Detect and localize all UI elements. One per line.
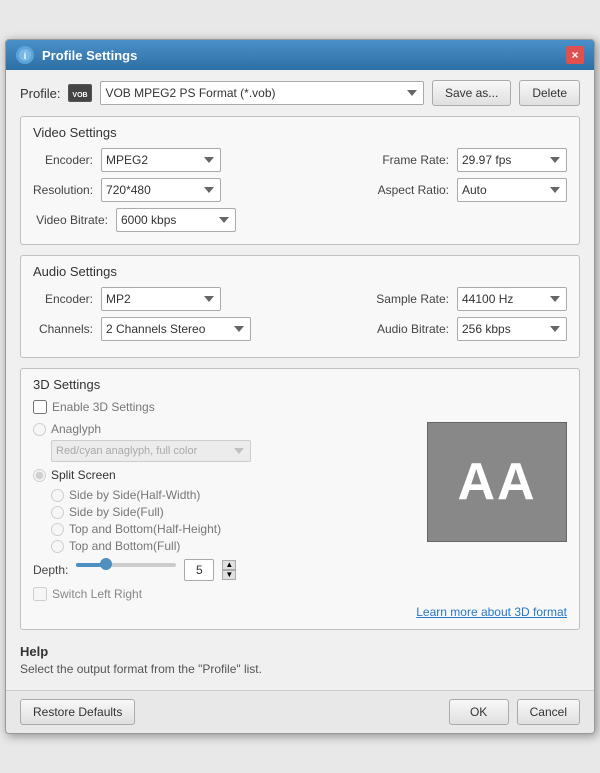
- channels-label: Channels:: [33, 322, 93, 336]
- audio-bitrate-label: Audio Bitrate:: [371, 322, 449, 336]
- switch-left-right-label: Switch Left Right: [52, 587, 142, 601]
- learn-more-row: Learn more about 3D format: [33, 605, 567, 619]
- video-settings-title: Video Settings: [33, 125, 567, 140]
- audio-encoder-dropdown[interactable]: MP2: [101, 287, 221, 311]
- dialog-content: Profile: VOB VOB MPEG2 PS Format (*.vob)…: [6, 70, 594, 690]
- depth-slider[interactable]: [76, 563, 176, 567]
- settings-3d-section: 3D Settings Enable 3D Settings Anaglyph: [20, 368, 580, 630]
- enable-3d-checkbox-group: Enable 3D Settings: [33, 400, 155, 414]
- depth-slider-track[interactable]: [76, 563, 176, 577]
- anaglyph-radio-row: Anaglyph: [33, 422, 417, 436]
- top-bottom-full-label: Top and Bottom(Full): [69, 539, 180, 553]
- split-screen-radio[interactable]: [33, 469, 46, 482]
- audio-row-encoder-samplerate: Encoder: MP2 Sample Rate: 44100 Hz: [33, 287, 567, 311]
- anaglyph-dropdown[interactable]: Red/cyan anaglyph, full color: [51, 440, 251, 462]
- depth-value-input[interactable]: [184, 559, 214, 581]
- enable-3d-row: Enable 3D Settings: [33, 400, 567, 414]
- profile-settings-dialog: i Profile Settings × Profile: VOB VOB MP…: [5, 39, 595, 734]
- anaglyph-radio[interactable]: [33, 423, 46, 436]
- three-d-preview: AA: [427, 422, 567, 542]
- bottom-bar: Restore Defaults OK Cancel: [6, 690, 594, 733]
- split-screen-label: Split Screen: [51, 468, 116, 482]
- frame-rate-dropdown[interactable]: 29.97 fps: [457, 148, 567, 172]
- side-by-side-full-label: Side by Side(Full): [69, 505, 164, 519]
- ok-button[interactable]: OK: [449, 699, 509, 725]
- profile-dropdown[interactable]: VOB MPEG2 PS Format (*.vob): [100, 81, 423, 105]
- app-icon: i: [16, 46, 34, 64]
- dialog-title: Profile Settings: [42, 48, 566, 63]
- audio-bitrate-dropdown[interactable]: 256 kbps: [457, 317, 567, 341]
- title-bar: i Profile Settings ×: [6, 40, 594, 70]
- close-button[interactable]: ×: [566, 46, 584, 64]
- audio-settings-section: Audio Settings Encoder: MP2 Sample Rate:…: [20, 255, 580, 358]
- video-bitrate-dropdown[interactable]: 6000 kbps: [116, 208, 236, 232]
- delete-button[interactable]: Delete: [519, 80, 580, 106]
- aspect-ratio-label: Aspect Ratio:: [371, 183, 449, 197]
- help-text: Select the output format from the "Profi…: [20, 662, 580, 676]
- depth-spin-up[interactable]: ▲: [222, 560, 236, 570]
- video-row-encoder-framerate: Encoder: MPEG2 Frame Rate: 29.97 fps: [33, 148, 567, 172]
- audio-encoder-label: Encoder:: [33, 292, 93, 306]
- side-by-side-half-row: Side by Side(Half-Width): [51, 488, 417, 502]
- side-by-side-full-row: Side by Side(Full): [51, 505, 417, 519]
- audio-settings-title: Audio Settings: [33, 264, 567, 279]
- side-by-side-half-label: Side by Side(Half-Width): [69, 488, 200, 502]
- profile-row: Profile: VOB VOB MPEG2 PS Format (*.vob)…: [20, 80, 580, 106]
- top-bottom-full-row: Top and Bottom(Full): [51, 539, 417, 553]
- encoder-dropdown[interactable]: MPEG2: [101, 148, 221, 172]
- resolution-label: Resolution:: [33, 183, 93, 197]
- help-section: Help Select the output format from the "…: [20, 640, 580, 680]
- enable-3d-label: Enable 3D Settings: [52, 400, 155, 414]
- depth-slider-thumb: [100, 558, 112, 570]
- top-bottom-half-row: Top and Bottom(Half-Height): [51, 522, 417, 536]
- profile-label: Profile:: [20, 86, 60, 101]
- frame-rate-label: Frame Rate:: [371, 153, 449, 167]
- aspect-ratio-dropdown[interactable]: Auto: [457, 178, 567, 202]
- anaglyph-select-row: Red/cyan anaglyph, full color: [51, 440, 417, 462]
- restore-defaults-button[interactable]: Restore Defaults: [20, 699, 135, 725]
- depth-label: Depth:: [33, 563, 68, 577]
- split-sub-options: Side by Side(Half-Width) Side by Side(Fu…: [51, 488, 417, 553]
- top-bottom-full-radio[interactable]: [51, 540, 64, 553]
- switch-left-right-checkbox[interactable]: [33, 587, 47, 601]
- split-screen-radio-row: Split Screen: [33, 468, 417, 482]
- channels-dropdown[interactable]: 2 Channels Stereo: [101, 317, 251, 341]
- help-title: Help: [20, 644, 580, 659]
- sample-rate-dropdown[interactable]: 44100 Hz: [457, 287, 567, 311]
- side-by-side-full-radio[interactable]: [51, 506, 64, 519]
- depth-spinner: ▲ ▼: [222, 560, 236, 580]
- resolution-dropdown[interactable]: 720*480: [101, 178, 221, 202]
- three-d-body: Anaglyph Red/cyan anaglyph, full color S…: [33, 422, 567, 601]
- video-row-resolution-aspect: Resolution: 720*480 Aspect Ratio: Auto: [33, 178, 567, 202]
- top-bottom-half-label: Top and Bottom(Half-Height): [69, 522, 221, 536]
- anaglyph-label: Anaglyph: [51, 422, 101, 436]
- depth-spin-down[interactable]: ▼: [222, 570, 236, 580]
- sample-rate-label: Sample Rate:: [371, 292, 449, 306]
- video-row-bitrate: Video Bitrate: 6000 kbps: [33, 208, 567, 232]
- preview-aa-text: AA: [457, 452, 536, 512]
- video-bitrate-label: Video Bitrate:: [33, 213, 108, 227]
- bottom-right-buttons: OK Cancel: [449, 699, 580, 725]
- video-settings-section: Video Settings Encoder: MPEG2 Frame Rate…: [20, 116, 580, 245]
- cancel-button[interactable]: Cancel: [517, 699, 580, 725]
- side-by-side-half-radio[interactable]: [51, 489, 64, 502]
- settings-3d-title: 3D Settings: [33, 377, 567, 392]
- depth-row: Depth: ▲ ▼: [33, 559, 417, 581]
- save-as-button[interactable]: Save as...: [432, 80, 511, 106]
- switch-left-right-row: Switch Left Right: [33, 587, 417, 601]
- encoder-label: Encoder:: [33, 153, 93, 167]
- top-bottom-half-radio[interactable]: [51, 523, 64, 536]
- learn-more-link[interactable]: Learn more about 3D format: [416, 605, 567, 619]
- svg-text:i: i: [24, 51, 27, 61]
- svg-text:VOB: VOB: [73, 92, 88, 99]
- enable-3d-checkbox[interactable]: [33, 400, 47, 414]
- three-d-options: Anaglyph Red/cyan anaglyph, full color S…: [33, 422, 417, 601]
- audio-row-channels-bitrate: Channels: 2 Channels Stereo Audio Bitrat…: [33, 317, 567, 341]
- profile-format-icon: VOB: [68, 84, 92, 102]
